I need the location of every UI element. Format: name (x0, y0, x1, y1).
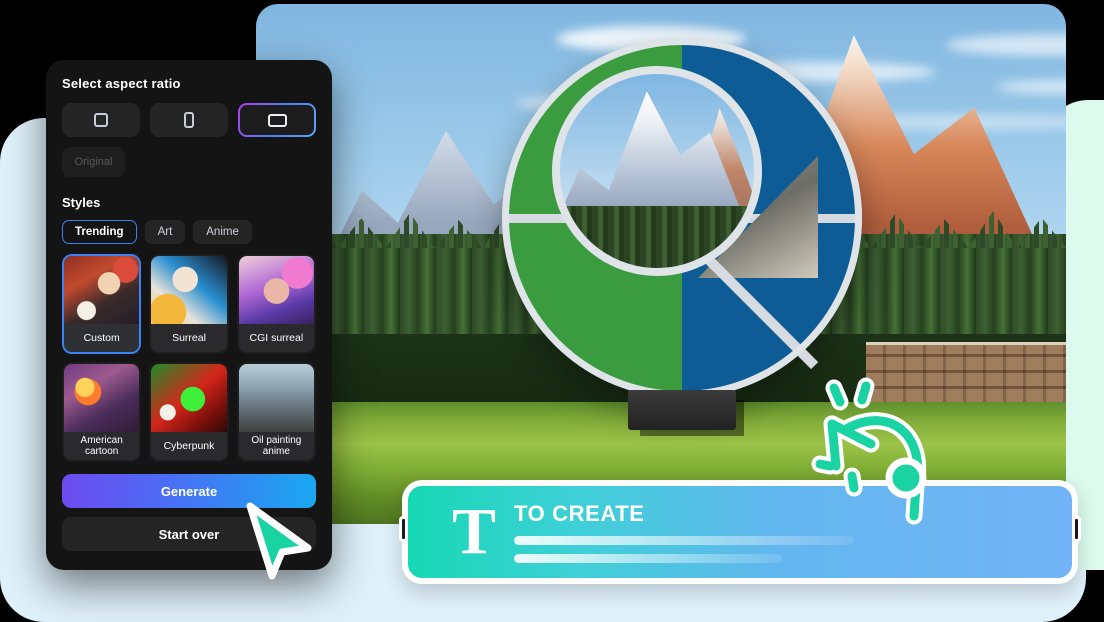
style-thumbnail (151, 364, 227, 442)
style-card-label: Oil painting anime (238, 432, 314, 460)
resize-handle-left[interactable] (399, 516, 408, 542)
generation-settings-panel: Select aspect ratio Original Styles Tren… (46, 60, 332, 570)
style-thumbnail (238, 364, 314, 442)
style-card-label: Cyberpunk (151, 432, 227, 460)
aspect-ratio-title: Select aspect ratio (62, 76, 181, 91)
style-card-surreal[interactable]: Surreal (149, 254, 229, 354)
aspect-ratio-original-button[interactable]: Original (62, 147, 125, 177)
portrait-icon (184, 112, 194, 128)
style-thumbnail (151, 256, 227, 334)
style-card-label: CGI surreal (238, 324, 314, 352)
text-to-create-bar[interactable]: T TO CREATE (399, 480, 1081, 584)
style-card-cgi-surreal[interactable]: CGI surreal (236, 254, 316, 354)
mouse-cursor (246, 502, 312, 580)
pointer-doodle-arrow (811, 377, 927, 525)
tab-anime[interactable]: Anime (193, 220, 252, 244)
style-thumbnail (238, 256, 314, 334)
style-card-label: Custom (64, 324, 140, 352)
aspect-ratio-landscape-button[interactable] (238, 103, 316, 137)
landscape-icon (267, 113, 287, 127)
style-card-label: Surreal (151, 324, 227, 352)
logo-ring (502, 38, 862, 398)
aspect-ratio-options (62, 103, 316, 137)
text-tool-icon: T (452, 495, 497, 568)
style-card-american-cartoon[interactable]: American cartoon (62, 362, 142, 462)
logo-outer-rim (502, 38, 862, 398)
styles-title: Styles (62, 195, 101, 210)
logo-base (628, 390, 736, 430)
style-card-cyberpunk[interactable]: Cyberpunk (149, 362, 229, 462)
placeholder-line (514, 554, 783, 563)
styles-tabs: Trending Art Anime (62, 220, 316, 244)
aspect-ratio-square-button[interactable] (62, 103, 140, 137)
style-card-label: American cartoon (64, 432, 140, 460)
square-icon (94, 113, 108, 127)
tab-art[interactable]: Art (144, 220, 186, 244)
style-card-oil-painting-anime[interactable]: Oil painting anime (236, 362, 316, 462)
style-thumbnail (64, 256, 140, 334)
tab-trending[interactable]: Trending (62, 220, 137, 244)
style-card-grid: Custom Surreal CGI surreal American cart… (62, 254, 316, 462)
aspect-ratio-portrait-button[interactable] (150, 103, 228, 137)
style-card-custom[interactable]: Custom (62, 254, 142, 354)
screenshot-root: Select aspect ratio Original Styles Tren… (0, 0, 1104, 622)
style-thumbnail (64, 364, 140, 442)
resize-handle-right[interactable] (1072, 516, 1081, 542)
